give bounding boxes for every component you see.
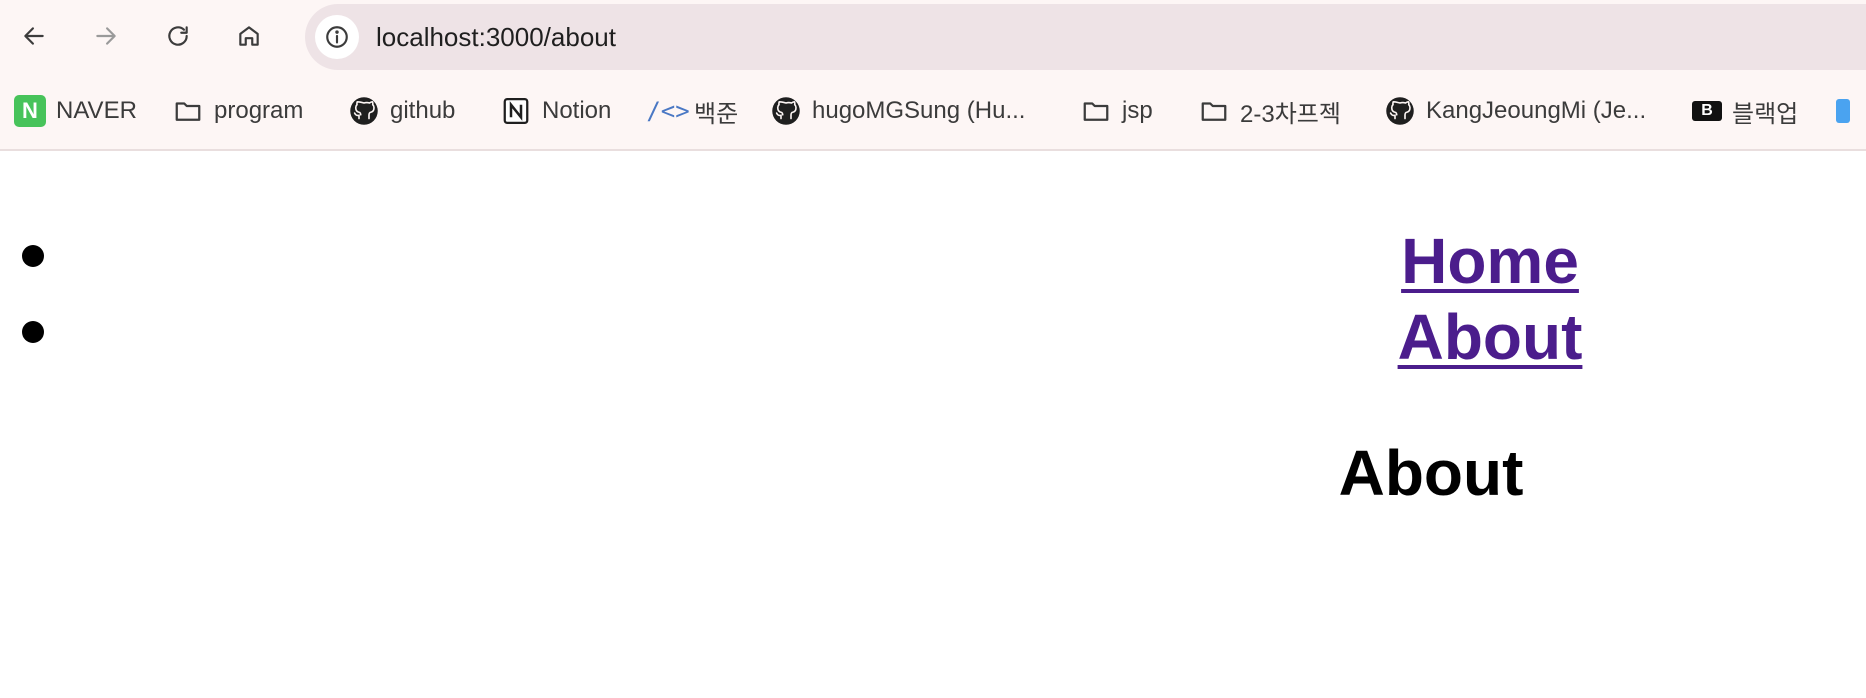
folder-icon [172,95,204,127]
list-item: Home [20,223,1866,299]
bookmark-github[interactable]: github [348,91,455,131]
bookmark-label: Notion [542,97,612,124]
github-icon [770,95,802,127]
bookmark-label: github [390,97,456,124]
url-text[interactable]: localhost:3000/about [376,22,616,53]
forward-button[interactable] [86,16,126,56]
info-icon [326,26,348,48]
reload-button[interactable] [158,16,198,56]
bookmark-label: hugoMGSung (Hu... [812,97,1026,124]
bookmark-label: 2-3차프젝 [1240,100,1341,128]
page-content: Home About About [0,153,1866,698]
nav-link-about[interactable]: About [20,299,1866,375]
site-info-button[interactable] [315,15,359,59]
arrow-left-icon [24,27,44,45]
bookmark-label: KangJeoungMi (Je... [1426,97,1647,124]
address-bar[interactable]: localhost:3000/about [305,4,1866,70]
arrow-right-icon [96,27,116,45]
code-icon: /<> [646,97,690,125]
page-title: About [1338,437,1524,509]
github-icon [348,95,380,127]
bookmark-notion[interactable]: Notion [500,91,611,131]
blackup-icon: B [1692,101,1722,121]
browser-toolbar: localhost:3000/about [0,0,1866,75]
naver-icon: N [14,95,46,127]
bookmark-label: program [214,97,304,124]
bookmark-folder-program[interactable]: program [172,91,303,131]
back-button[interactable] [14,16,54,56]
bookmark-label: 백준 [694,100,739,128]
bookmark-naver[interactable]: N NAVER [14,91,137,131]
folder-icon [1080,95,1112,127]
home-button[interactable] [229,16,269,56]
bookmark-label: NAVER [56,97,137,124]
bookmark-label: 블랙업 [1732,100,1799,128]
folder-icon [1198,95,1230,127]
nav-list: Home About [20,223,1866,375]
home-icon [239,26,259,46]
bookmark-folder-project[interactable]: 2-3차프젝 [1198,91,1341,131]
notion-icon [500,95,532,127]
nav-link-home[interactable]: Home [20,223,1866,299]
bookmark-github-kangjeoungmi[interactable]: KangJeoungMi (Je... [1384,91,1646,131]
bookmark-blackup[interactable]: B 블랙업 [1692,91,1798,131]
reload-icon [168,26,188,46]
bookmark-icon [1836,99,1850,123]
bookmark-overflow[interactable] [1836,91,1850,131]
bookmark-label: jsp [1122,97,1153,124]
github-icon [1384,95,1416,127]
bookmark-github-hugomgsung[interactable]: hugoMGSung (Hu... [770,91,1025,131]
bookmark-folder-jsp[interactable]: jsp [1080,91,1153,131]
bookmark-baekjoon[interactable]: /<> 백준 [646,91,739,131]
bookmarks-bar: N NAVER program github Notion /<> 백준 hug… [0,75,1866,151]
list-item: About [20,299,1866,375]
